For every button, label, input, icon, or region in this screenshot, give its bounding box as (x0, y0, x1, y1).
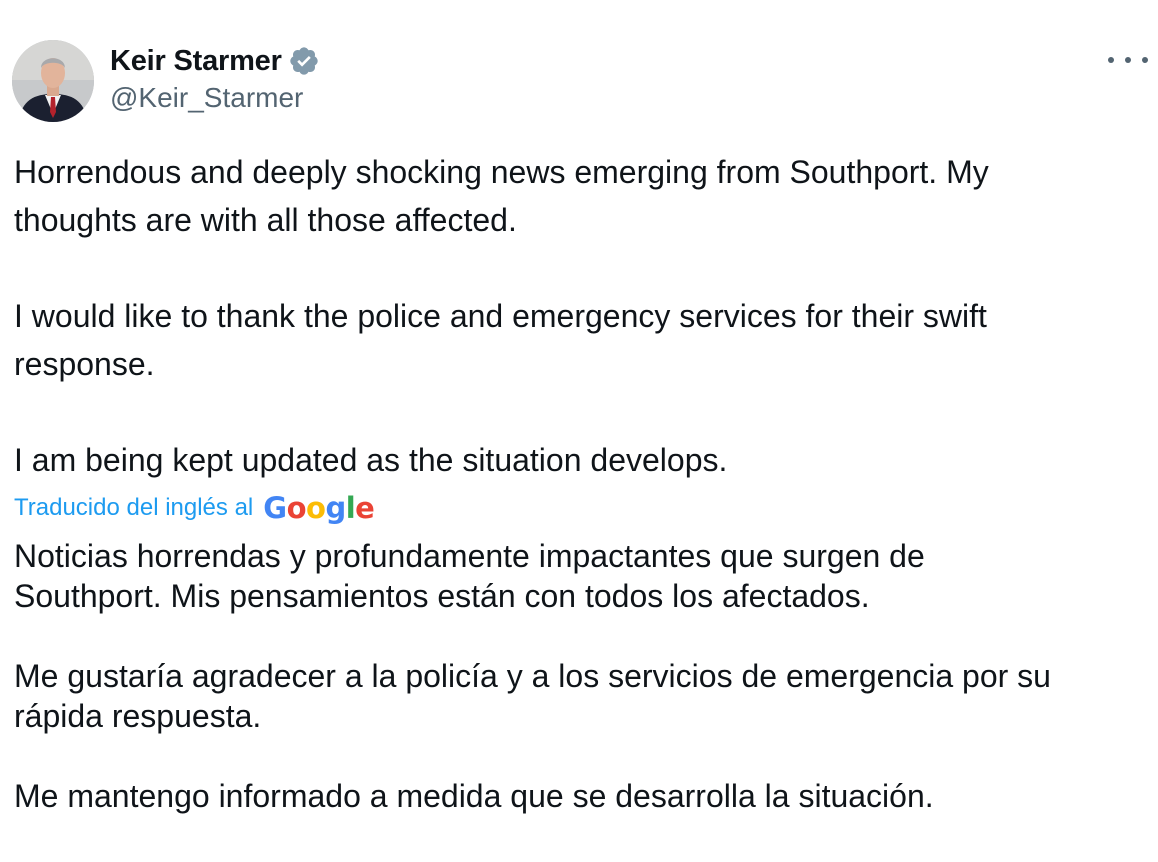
tweet-text-line: I am being kept updated as the situation… (14, 442, 728, 478)
google-logo-letter: G (263, 491, 287, 525)
translation-attribution[interactable]: Traducido del inglés al Google (14, 490, 375, 526)
author-display-name[interactable]: Keir Starmer (110, 45, 282, 78)
author-name-row: Keir Starmer (110, 42, 320, 80)
google-logo-letter: g (325, 491, 346, 525)
tweet-text-line: Horrendous and deeply shocking news emer… (14, 154, 989, 190)
tweet-text-line: I would like to thank the police and eme… (14, 298, 987, 334)
translation-text-line: Me gustaría agradecer a la policía y a l… (14, 658, 1051, 694)
tweet-text-line: response. (14, 346, 155, 382)
google-logo-letter: l (345, 491, 356, 525)
more-dot (1125, 57, 1131, 63)
verified-badge-icon[interactable] (288, 45, 320, 77)
translation-text-line: Southport. Mis pensamientos están con to… (14, 578, 870, 614)
google-logo: Google (263, 491, 375, 525)
more-dot (1142, 57, 1148, 63)
author-handle[interactable]: @Keir_Starmer (110, 82, 303, 114)
translation-text-line: Me mantengo informado a medida que se de… (14, 778, 934, 814)
profile-photo-icon (12, 40, 94, 122)
more-options-icon[interactable] (1108, 48, 1148, 72)
tweet-text-line: thoughts are with all those affected. (14, 202, 517, 238)
more-dot (1108, 57, 1114, 63)
google-logo-letter: o (306, 491, 326, 525)
google-logo-letter: o (286, 491, 307, 525)
translated-from-label[interactable]: Traducido del inglés al (14, 494, 253, 522)
google-logo-letter: e (355, 491, 375, 525)
translation-text-line: rápida respuesta. (14, 698, 262, 734)
tweet-card: Keir Starmer @Keir_Starmer Horrendous an… (0, 0, 1158, 862)
translation-text-line: Noticias horrendas y profundamente impac… (14, 538, 925, 574)
avatar[interactable] (12, 40, 94, 122)
